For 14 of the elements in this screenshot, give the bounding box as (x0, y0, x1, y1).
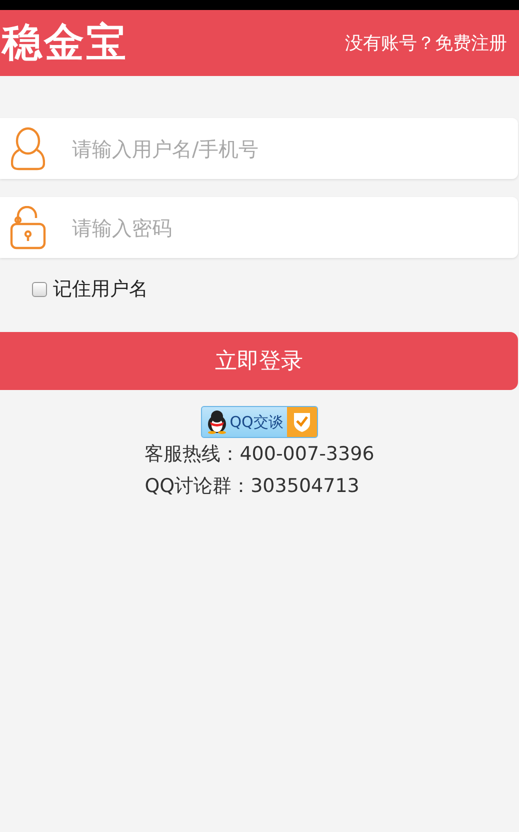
user-icon (11, 126, 45, 170)
input-field[interactable]: 请输入密码 (0, 197, 518, 258)
qq-chat-button[interactable]: QQ交谈 (200, 406, 318, 438)
remember-label: 记住用户名 (53, 277, 148, 302)
register-link[interactable]: 没有账号？免费注册 (345, 31, 507, 55)
contact-text: 客服热线：400-007-3396 (144, 442, 374, 467)
remember-checkbox[interactable] (32, 282, 47, 296)
contact-text: QQ讨论群：303504713 (144, 474, 360, 499)
logo: 稳金宝 (2, 23, 128, 63)
lock-icon (10, 206, 46, 250)
shield-check-icon (292, 411, 312, 433)
penguin-icon (206, 410, 228, 434)
input-field[interactable]: 请输入用户名/手机号 (0, 118, 518, 179)
login-button[interactable]: 立即登录 (0, 332, 518, 390)
